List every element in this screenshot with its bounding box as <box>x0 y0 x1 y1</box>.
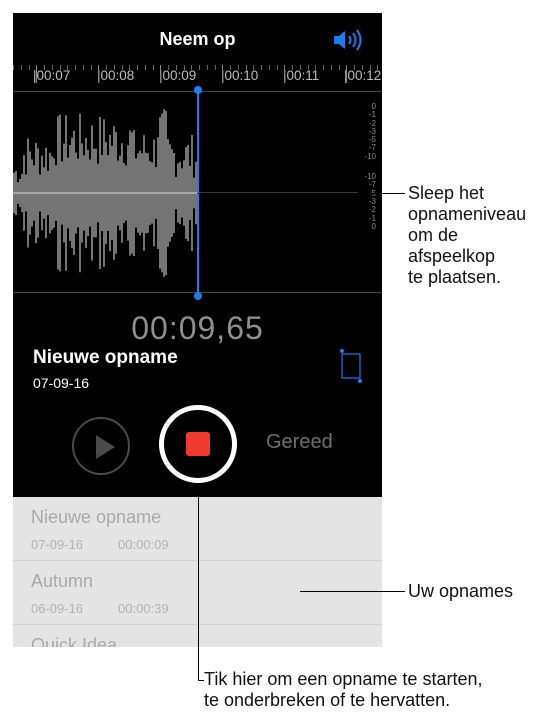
ruler-minor-tick <box>82 65 84 70</box>
ruler-label: |00:12 <box>344 68 382 83</box>
ruler-minor-tick <box>113 65 115 70</box>
list-item-date: 07-09-16 <box>31 537 84 552</box>
ruler-minor-tick <box>276 65 278 70</box>
callout-playhead: Sleep het opnameniveau om de afspeelkop … <box>408 183 526 288</box>
ruler-minor-tick <box>292 65 293 70</box>
callout-line-text: afspeelkop <box>408 246 496 266</box>
callout-record-button: Tik hier om een opname te starten, te on… <box>204 669 482 711</box>
ruler-minor-tick <box>206 65 208 70</box>
ruler-minor-tick <box>299 65 301 70</box>
list-item-duration: 00:00:39 <box>118 601 169 616</box>
ruler-minor-tick <box>268 65 270 70</box>
ruler-minor-tick <box>315 65 317 70</box>
recording-date: 07-09-16 <box>33 375 90 391</box>
ruler-minor-tick <box>245 65 247 70</box>
ruler-label: |00:11 <box>283 68 320 83</box>
ruler-minor-tick <box>199 65 200 70</box>
list-item-title: Nieuwe opname <box>31 507 162 527</box>
level-scale: 0 -1 -2 -3 -5 -7 -10 -10 -7 -5 -3 -2 -1 … <box>356 102 376 231</box>
ruler-minor-tick <box>175 65 177 70</box>
ruler-minor-tick <box>129 65 131 70</box>
done-button[interactable]: Gereed <box>266 431 333 454</box>
ruler-minor-tick <box>369 65 371 70</box>
ruler-minor-tick <box>137 65 138 70</box>
ruler-minor-tick <box>253 65 255 70</box>
callout-line-text: Sleep het <box>408 183 485 203</box>
list-item-title: Autumn <box>31 571 94 591</box>
ruler-minor-tick <box>214 65 216 70</box>
ruler-minor-tick <box>261 65 262 70</box>
ruler-major-tick <box>284 65 286 83</box>
ruler-minor-tick <box>28 65 30 70</box>
speaker-wave-icon[interactable] <box>332 29 364 51</box>
ruler-minor-tick <box>59 65 61 70</box>
ruler-minor-tick <box>144 65 146 70</box>
callout-recordings: Uw opnames <box>408 581 514 601</box>
recording-title[interactable]: Nieuwe opname <box>33 347 178 369</box>
ruler-label: |00:09 <box>159 68 197 83</box>
callout-line-record <box>198 484 199 680</box>
list-item-title: Quick Idea <box>31 635 118 647</box>
list-item-date: 06-09-16 <box>31 601 84 616</box>
ruler-minor-tick <box>67 65 69 70</box>
ruler-label: 5 <box>13 68 14 83</box>
ruler-label: |00:07 <box>33 68 71 83</box>
ruler-minor-tick <box>168 65 169 70</box>
page-title: Neem op <box>159 29 236 49</box>
trim-icon[interactable] <box>339 346 365 386</box>
ruler-label: |00:08 <box>97 68 135 83</box>
ruler-minor-tick <box>191 65 193 70</box>
ruler-minor-tick <box>121 65 123 70</box>
callout-line-text: opnameniveau <box>408 204 527 224</box>
ruler-minor-tick <box>361 65 363 70</box>
callout-line-playhead <box>198 193 405 194</box>
ruler-minor-tick <box>307 65 309 70</box>
callout-line-recordings <box>300 591 405 592</box>
ruler-minor-tick <box>13 65 14 70</box>
ruler-minor-tick <box>183 65 185 70</box>
callout-line-text: te onderbreken of te hervatten. <box>204 690 451 710</box>
ruler-minor-tick <box>90 65 92 70</box>
callout-line-text: Tik hier om een opname te starten, <box>204 669 483 689</box>
ruler-major-tick <box>222 65 224 83</box>
ruler-minor-tick <box>230 65 231 70</box>
callout-line-text: te plaatsen. <box>408 267 502 287</box>
ruler-minor-tick <box>75 65 76 70</box>
ruler-major-tick <box>160 65 162 83</box>
play-icon <box>96 435 115 459</box>
list-item-duration: 00:00:09 <box>118 537 169 552</box>
ruler-minor-tick <box>106 65 107 70</box>
ruler-label: |00:10 <box>221 68 259 83</box>
record-button[interactable] <box>159 405 237 483</box>
ruler-minor-tick <box>20 65 22 70</box>
ruler-minor-tick <box>377 65 379 70</box>
level-label: 0 <box>371 221 376 231</box>
play-button[interactable] <box>72 417 130 475</box>
ruler-minor-tick <box>323 65 324 70</box>
ruler-minor-tick <box>51 65 53 70</box>
callout-line-text: om de <box>408 225 459 245</box>
level-label: -10 <box>364 151 376 161</box>
recorder-panel: Neem op 5 |00:07 |00:08 |00:09 |00:10 |0… <box>13 13 382 497</box>
playhead-top-handle[interactable] <box>194 86 202 94</box>
ruler-minor-tick <box>152 65 154 70</box>
ruler-minor-tick <box>354 65 355 70</box>
playhead-bottom-handle[interactable] <box>194 292 202 300</box>
ruler-major-tick <box>98 65 100 83</box>
ruler-minor-tick <box>237 65 239 70</box>
ruler-minor-tick <box>338 65 340 70</box>
ruler-minor-tick <box>44 65 45 70</box>
ruler-major-tick <box>36 65 38 83</box>
elapsed-time: 00:09,65 <box>131 310 264 346</box>
ruler-minor-tick <box>330 65 332 70</box>
record-stop-icon <box>186 432 210 456</box>
ruler-major-tick <box>346 65 348 83</box>
